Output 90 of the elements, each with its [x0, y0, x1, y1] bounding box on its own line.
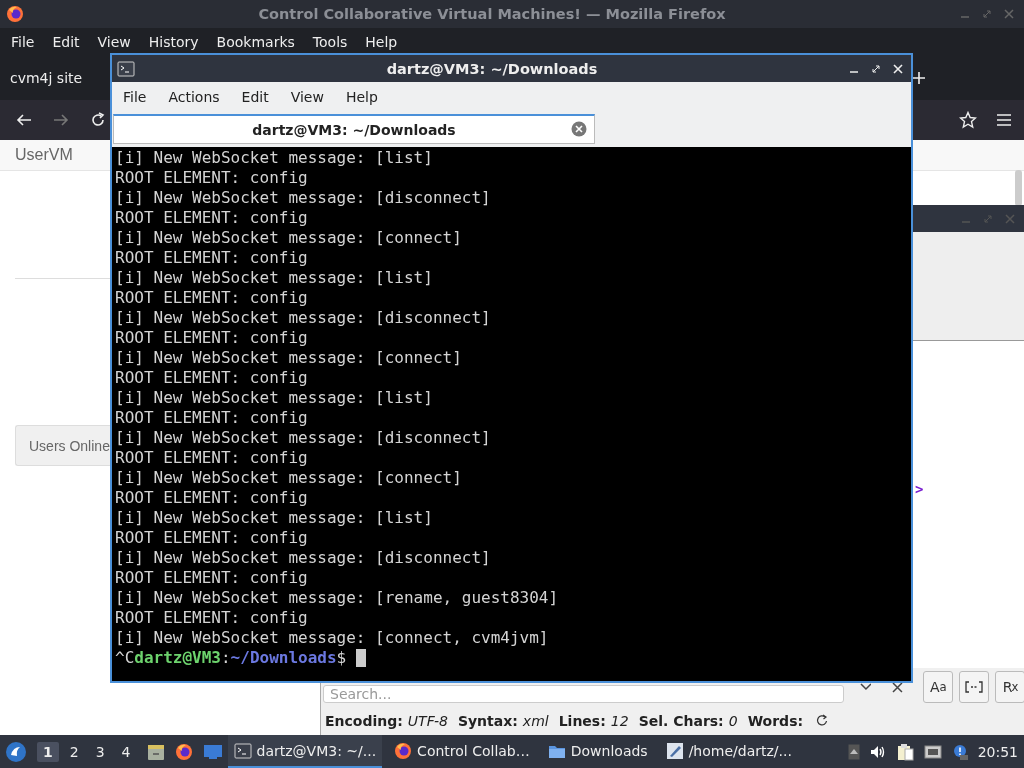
terminal-line: ROOT ELEMENT: config	[115, 528, 308, 548]
browser-tab[interactable]: cvm4j site	[0, 69, 93, 86]
star-icon[interactable]	[959, 111, 977, 129]
terminal-line: [i] New WebSocket message: [disconnect]	[115, 308, 491, 328]
terminal-line: [i] New WebSocket message: [disconnect]	[115, 428, 491, 448]
notification-icon[interactable]	[951, 743, 968, 760]
workspace-button[interactable]: 1	[37, 741, 59, 762]
terminal-line: ROOT ELEMENT: config	[115, 408, 308, 428]
status-label: Sel. Chars:	[638, 712, 724, 729]
status-value: UTF-8	[407, 712, 448, 729]
menu-item[interactable]: Tools	[305, 33, 355, 50]
terminal-line: [i] New WebSocket message: [list]	[115, 268, 433, 288]
menu-item[interactable]: File	[4, 33, 42, 50]
status-label: Syntax:	[457, 712, 518, 729]
terminal-line: ROOT ELEMENT: config	[115, 168, 308, 188]
terminal-line: [i] New WebSocket message: [list]	[115, 508, 433, 528]
terminal-line: [i] New WebSocket message: [disconnect]	[115, 548, 491, 568]
terminal-line: [i] New WebSocket message: [list]	[115, 148, 433, 168]
terminal-line: ROOT ELEMENT: config	[115, 368, 308, 388]
terminal-line: [i] New WebSocket message: [connect]	[115, 348, 462, 368]
status-label: Lines:	[558, 712, 606, 729]
tab-label: dartz@VM3: ~/Downloads	[252, 121, 456, 138]
whole-word-button[interactable]	[959, 671, 990, 703]
terminal-line: ROOT ELEMENT: config	[115, 248, 308, 268]
terminal-prompt: ^Cdartz@VM3:~/Downloads$	[115, 648, 347, 668]
menu-item[interactable]: Actions	[159, 89, 229, 105]
terminal-icon	[117, 59, 135, 78]
terminal-icon	[233, 741, 252, 760]
menu-item[interactable]: History	[141, 33, 206, 50]
terminal-line: [i] New WebSocket message: [rename, guest8304]	[115, 588, 559, 608]
menu-item[interactable]: View	[90, 33, 138, 50]
menu-item[interactable]: View	[281, 89, 333, 105]
window-title: Control Collaborative Virtual Machines! — Mozilla Firefox	[257, 6, 727, 22]
menu-item[interactable]: Bookmarks	[209, 33, 302, 50]
close-icon[interactable]	[892, 681, 904, 693]
browser-icon	[394, 741, 413, 760]
file-cabinet-icon[interactable]	[146, 742, 165, 761]
terminal-line: [i] New WebSocket message: [connect, cvm4jvm]	[115, 628, 549, 648]
start-menu-icon[interactable]	[5, 740, 27, 763]
clipboard-icon[interactable]	[895, 742, 914, 761]
menu-item[interactable]: File	[114, 89, 156, 105]
taskbar-button[interactable]: Control Collab…	[388, 735, 536, 768]
terminal-line: [i] New WebSocket message: [connect]	[115, 228, 462, 248]
chevron-down-icon[interactable]	[859, 683, 872, 691]
status-value: xml	[522, 712, 549, 729]
scrollbar	[1015, 170, 1022, 206]
terminal-line: ROOT ELEMENT: config	[115, 448, 308, 468]
terminal-line: ROOT ELEMENT: config	[115, 568, 308, 588]
reload-icon[interactable]	[89, 111, 107, 129]
desktop-icon[interactable]	[202, 743, 223, 760]
users-online-button[interactable]: Users Online	[15, 425, 110, 466]
menu-item[interactable]: Help	[336, 89, 387, 105]
text-cursor	[356, 649, 367, 667]
terminal-tab[interactable]: dartz@VM3: ~/Downloads	[113, 114, 595, 144]
menu-item[interactable]: Help	[358, 33, 405, 50]
workspace-button[interactable]: 4	[115, 741, 137, 762]
maximize-icon[interactable]	[871, 63, 881, 74]
status-label: Words:	[747, 712, 804, 729]
terminal-line: ROOT ELEMENT: config	[115, 328, 308, 348]
terminal-line: ROOT ELEMENT: config	[115, 288, 308, 308]
browser-icon[interactable]	[174, 742, 193, 761]
search-field[interactable]: Search...	[323, 685, 844, 703]
status-value: 0	[728, 712, 738, 729]
page-heading: UserVM	[15, 145, 73, 165]
new-tab-icon[interactable]	[912, 70, 926, 85]
close-tab-icon[interactable]	[571, 121, 587, 137]
workspace-button[interactable]: 3	[89, 741, 111, 762]
terminal-line: ROOT ELEMENT: config	[115, 208, 308, 228]
terminal-line: [i] New WebSocket message: [list]	[115, 388, 433, 408]
menu-item[interactable]: Edit	[232, 89, 278, 105]
terminal-line: ROOT ELEMENT: config	[115, 488, 308, 508]
menu-item[interactable]: Edit	[45, 33, 87, 50]
brackets-icon	[965, 681, 984, 693]
clock: 20:51	[977, 743, 1018, 760]
editor-icon	[665, 741, 684, 760]
workspace-button[interactable]: 2	[63, 741, 85, 762]
refresh-icon[interactable]	[816, 714, 830, 727]
terminal-line: ROOT ELEMENT: config	[115, 608, 308, 628]
menu-icon[interactable]	[996, 113, 1012, 127]
taskbar-button[interactable]: Downloads	[541, 735, 654, 768]
browser-logo-icon	[6, 5, 24, 23]
network-icon[interactable]	[923, 743, 942, 760]
taskbar-button[interactable]: dartz@VM3: ~/...	[227, 735, 383, 768]
status-value: 12	[610, 712, 629, 729]
terminal-line: [i] New WebSocket message: [disconnect]	[115, 188, 491, 208]
terminal-line: [i] New WebSocket message: [connect]	[115, 468, 462, 488]
window-title: dartz@VM3: ~/Downloads	[385, 60, 599, 77]
taskbar-button[interactable]: /home/dartz/...	[659, 735, 798, 768]
status-label: Encoding:	[325, 712, 403, 729]
editor-text: >	[915, 481, 924, 497]
